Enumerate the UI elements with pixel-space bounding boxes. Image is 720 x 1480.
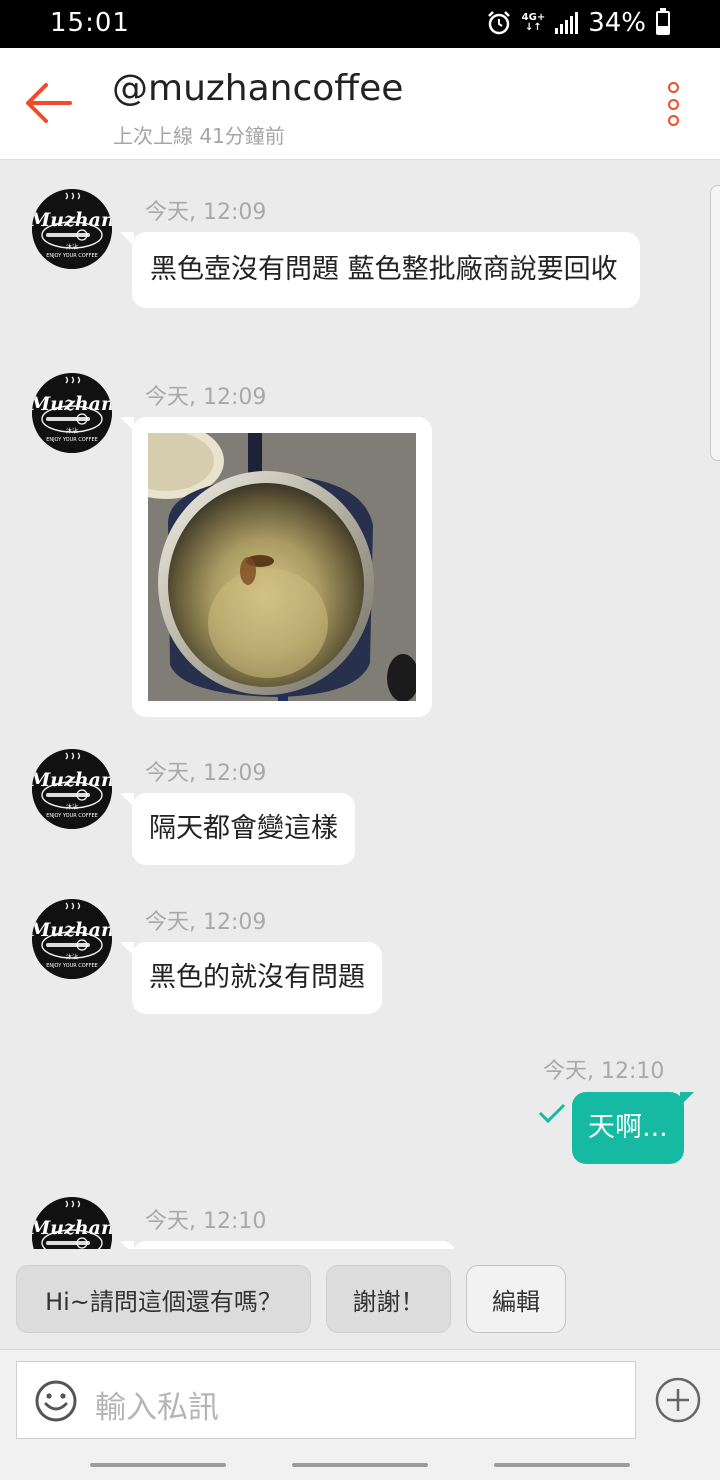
svg-text:沐沾: 沐沾 [66,953,78,961]
avatar[interactable]: Muzhan 沐沾 ENJOY YOUR COFFEE [32,189,112,269]
back-arrow-icon[interactable] [24,80,74,126]
image-message-bubble[interactable] [120,417,432,717]
svg-text:沐沾: 沐沾 [66,243,78,251]
avatar[interactable]: Muzhan 沐沾 ENJOY YOUR COFFEE [32,373,112,453]
svg-text:沐沾: 沐沾 [66,803,78,811]
battery-percent: 34% [588,8,646,38]
smiley-icon[interactable] [34,1379,78,1423]
muzhan-logo: Muzhan沐沾ENJOY YOUR COFFEE [32,1197,112,1249]
composer-bar: 輸入私訊 [0,1349,720,1449]
plus-circle-icon[interactable] [654,1376,702,1424]
muzhan-logo: Muzhan 沐沾 ENJOY YOUR COFFEE [32,899,112,979]
message-text: 黑色的就沒有問題 [149,962,365,993]
message-text: 天啊... [588,1112,668,1143]
quick-reply-chip[interactable]: 謝謝！ [326,1265,451,1333]
message-time: 今天, 12:09 [145,200,267,225]
chat-header: @muzhancoffee 上次上線 41分鐘前 [0,48,720,160]
network-4g-icon: 4G+ ↓↑ [521,12,546,33]
svg-text:ENJOY YOUR COFFEE: ENJOY YOUR COFFEE [46,437,98,443]
nav-recents-handle[interactable] [494,1463,630,1467]
message-bubble[interactable]: 隔天都會變這樣 [120,793,355,865]
battery-icon [656,8,670,35]
message-bubble[interactable] [120,1241,456,1249]
more-vertical-icon[interactable] [664,82,682,126]
svg-text:Muzhan: Muzhan [32,919,112,941]
status-bar: 15:01 4G+ ↓↑ 34% [0,0,720,48]
svg-text:Muzhan: Muzhan [32,1217,112,1239]
svg-text:ENJOY YOUR COFFEE: ENJOY YOUR COFFEE [46,253,98,259]
svg-text:沐沾: 沐沾 [66,427,78,435]
muzhan-logo: Muzhan 沐沾 ENJOY YOUR COFFEE [32,373,112,453]
chat-title: @muzhancoffee [112,68,404,109]
quick-reply-chip[interactable]: Hi~請問這個還有嗎？ [16,1265,311,1333]
avatar[interactable]: Muzhan 沐沾 ENJOY YOUR COFFEE [32,899,112,979]
message-photo[interactable] [148,433,416,701]
message-time: 今天, 12:09 [145,761,267,786]
nav-home-handle[interactable] [292,1463,428,1467]
message-list[interactable]: Muzhan 沐沾 ENJOY YOUR COFFEE 今天, 12:09 黑色壺沒… [0,161,720,1249]
avatar[interactable]: Muzhan 沐沾 ENJOY YOUR COFFEE [32,749,112,829]
muzhan-logo: Muzhan 沐沾 ENJOY YOUR COFFEE [32,749,112,829]
last-seen: 上次上線 41分鐘前 [113,124,285,148]
svg-text:Muzhan: Muzhan [32,209,112,231]
svg-text:Muzhan: Muzhan [32,769,112,791]
message-input[interactable]: 輸入私訊 [16,1361,636,1439]
outgoing-message-bubble[interactable]: 天啊... [572,1092,694,1164]
scrollbar[interactable] [710,185,720,461]
message-time: 今天, 12:10 [145,1209,267,1234]
avatar[interactable]: Muzhan沐沾ENJOY YOUR COFFEE [32,1197,112,1249]
muzhan-logo: Muzhan 沐沾 ENJOY YOUR COFFEE [32,189,112,269]
message-time: 今天, 12:10 [543,1059,665,1084]
message-time: 今天, 12:09 [145,385,267,410]
message-time: 今天, 12:09 [145,910,267,935]
quick-replies: Hi~請問這個還有嗎？ 謝謝！ 編輯 [0,1249,720,1349]
signal-icon [555,12,579,34]
svg-text:ENJOY YOUR COFFEE: ENJOY YOUR COFFEE [46,963,98,969]
status-icons: 4G+ ↓↑ 34% [486,8,670,38]
status-time: 15:01 [50,8,130,38]
edit-quick-replies-button[interactable]: 編輯 [466,1265,566,1333]
input-placeholder: 輸入私訊 [95,1390,219,1426]
message-bubble[interactable]: 黑色壺沒有問題 藍色整批廠商說要回收 [120,232,640,308]
system-nav-bar [0,1449,720,1480]
message-text: 隔天都會變這樣 [149,813,338,844]
svg-text:Muzhan: Muzhan [32,393,112,415]
message-text: 黑色壺沒有問題 藍色整批廠商說要回收 [150,254,618,285]
nav-back-handle[interactable] [90,1463,226,1467]
message-bubble[interactable]: 黑色的就沒有問題 [120,942,382,1014]
sent-check-icon [538,1103,566,1124]
svg-text:ENJOY YOUR COFFEE: ENJOY YOUR COFFEE [46,813,98,819]
alarm-icon [487,11,510,35]
